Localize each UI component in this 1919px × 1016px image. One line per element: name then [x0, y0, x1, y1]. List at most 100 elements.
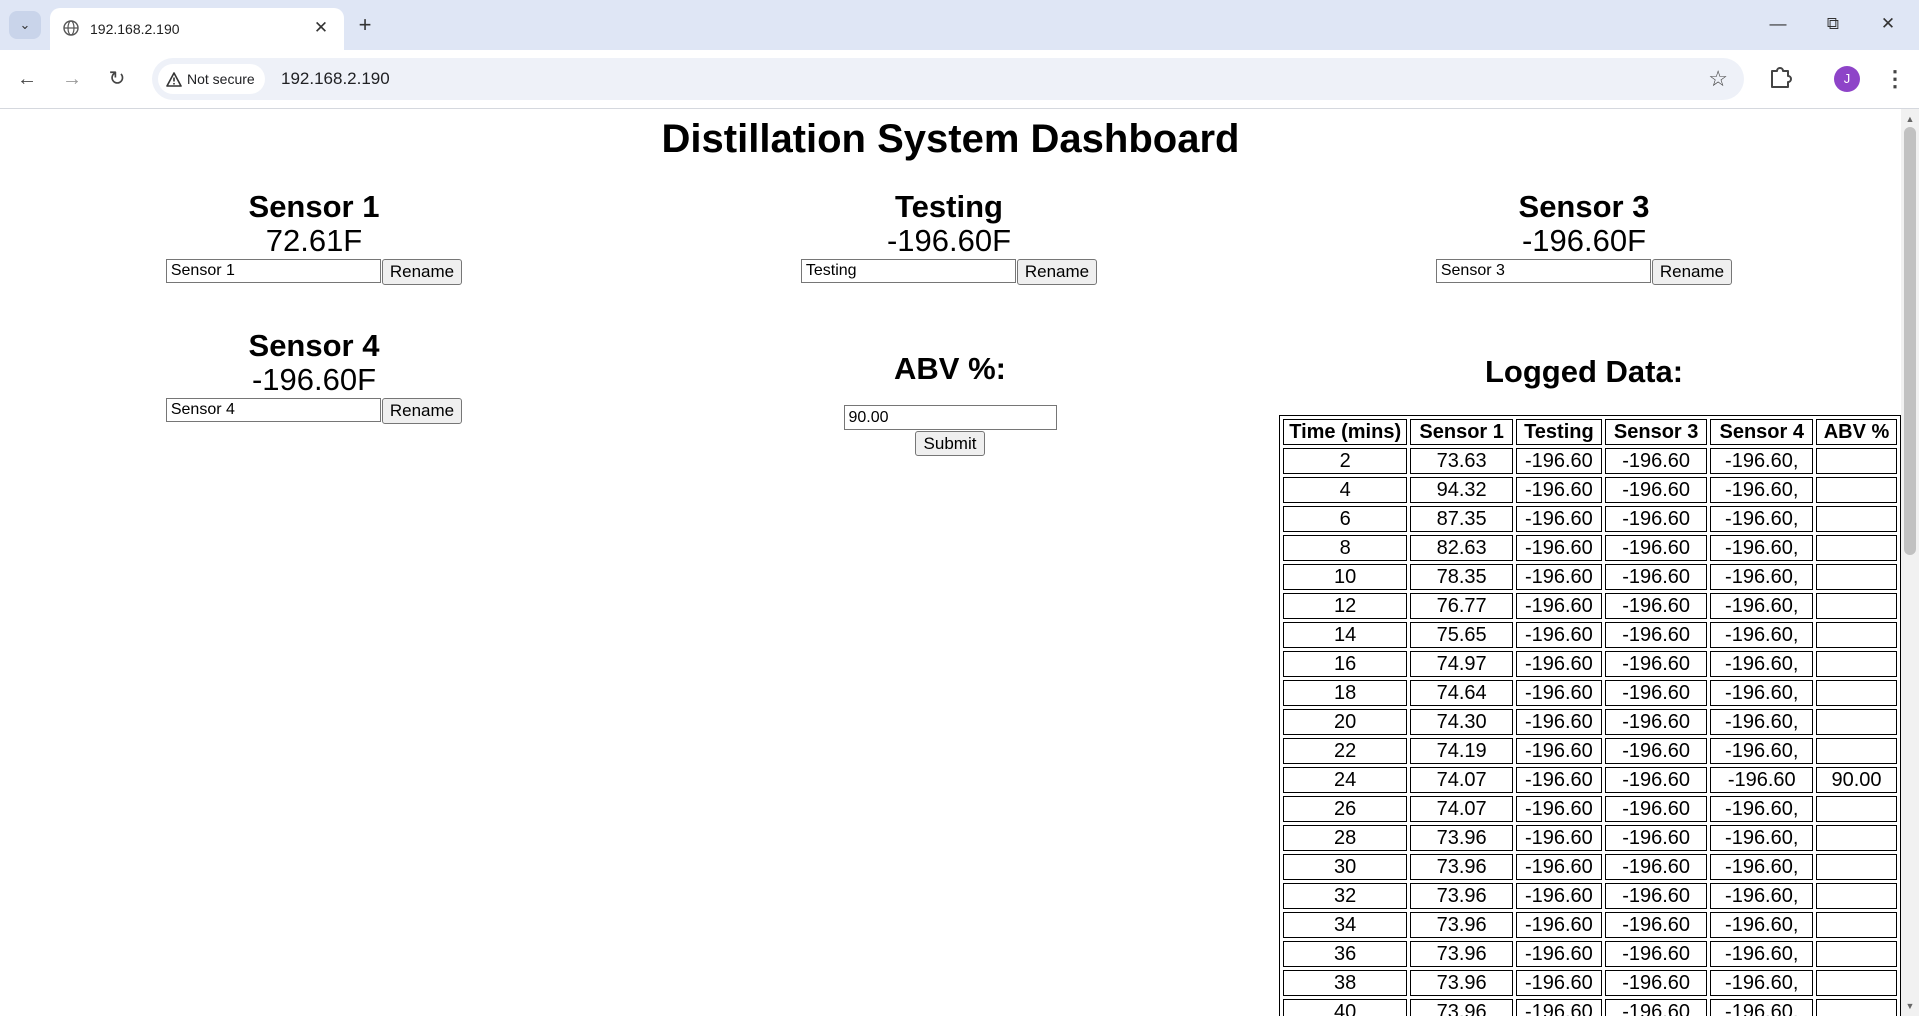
- rename-button[interactable]: Rename: [381, 259, 463, 285]
- table-cell: 14: [1283, 622, 1408, 648]
- sensor-card-2: Testing -196.60F Rename: [729, 190, 1169, 285]
- rename-button[interactable]: Rename: [1651, 259, 1733, 285]
- table-cell: 75.65: [1410, 622, 1513, 648]
- table-row: 6 87.35 -196.60 -196.60 -196.60,: [1283, 506, 1897, 532]
- address-bar[interactable]: Not secure 192.168.2.190 ☆: [152, 58, 1744, 100]
- table-cell: [1816, 593, 1897, 619]
- table-cell: 78.35: [1410, 564, 1513, 590]
- table-cell: -196.60: [1604, 825, 1708, 851]
- submit-button[interactable]: Submit: [914, 431, 986, 456]
- close-window-icon[interactable]: ✕: [1868, 10, 1908, 38]
- table-cell: -196.60: [1604, 912, 1708, 938]
- table-cell: -196.60: [1604, 883, 1708, 909]
- table-cell: [1816, 738, 1897, 764]
- table-cell: 74.19: [1410, 738, 1513, 764]
- table-cell: -196.60: [1515, 796, 1602, 822]
- table-row: 34 73.96 -196.60 -196.60 -196.60,: [1283, 912, 1897, 938]
- table-cell: 74.64: [1410, 680, 1513, 706]
- table-cell: 12: [1283, 593, 1408, 619]
- sensor-name-input[interactable]: [800, 259, 1016, 283]
- table-cell: 36: [1283, 941, 1408, 967]
- sensor-reading: -196.60F: [251, 362, 377, 397]
- table-cell: -196.60: [1604, 680, 1708, 706]
- table-cell: -196.60: [1515, 825, 1602, 851]
- table-cell: -196.60: [1604, 622, 1708, 648]
- more-menu-icon[interactable]: ⋮: [1880, 64, 1910, 94]
- restore-icon[interactable]: ⧉: [1813, 10, 1853, 38]
- table-cell: 30: [1283, 854, 1408, 880]
- abv-input[interactable]: [843, 405, 1057, 430]
- table-cell: 6: [1283, 506, 1408, 532]
- table-cell: [1816, 883, 1897, 909]
- table-row: 40 73.96 -196.60 -196.60 -196.60,: [1283, 999, 1897, 1016]
- security-chip[interactable]: Not secure: [158, 64, 265, 94]
- table-cell: 8: [1283, 535, 1408, 561]
- warning-triangle-icon: [166, 71, 182, 87]
- table-cell: -196.60: [1515, 448, 1602, 474]
- rename-button[interactable]: Rename: [1016, 259, 1098, 285]
- table-cell: [1816, 680, 1897, 706]
- page-scrollbar[interactable]: ▲ ▼: [1901, 109, 1919, 1016]
- table-row: 22 74.19 -196.60 -196.60 -196.60,: [1283, 738, 1897, 764]
- table-cell: 32: [1283, 883, 1408, 909]
- table-cell: -196.60: [1515, 767, 1602, 793]
- table-cell: -196.60: [1604, 999, 1708, 1016]
- bookmark-star-icon[interactable]: ☆: [1708, 66, 1728, 92]
- forward-arrow-icon[interactable]: →: [57, 64, 87, 94]
- tab-search-chevron-icon[interactable]: ⌄: [9, 11, 41, 39]
- minimize-icon[interactable]: —: [1758, 10, 1798, 38]
- table-cell: [1816, 564, 1897, 590]
- sensor-name-input[interactable]: [165, 398, 381, 422]
- scroll-up-arrow-icon[interactable]: ▲: [1901, 111, 1919, 127]
- table-cell: -196.60: [1604, 651, 1708, 677]
- table-row: 30 73.96 -196.60 -196.60 -196.60,: [1283, 854, 1897, 880]
- table-cell: -196.60,: [1710, 593, 1814, 619]
- page-viewport: Distillation System Dashboard Sensor 1 7…: [0, 109, 1901, 1016]
- table-cell: 24: [1283, 767, 1408, 793]
- sensor-name-input[interactable]: [1435, 259, 1651, 283]
- table-cell: -196.60: [1515, 651, 1602, 677]
- table-cell: -196.60: [1604, 796, 1708, 822]
- scrollbar-thumb[interactable]: [1904, 127, 1916, 555]
- close-tab-icon[interactable]: ✕: [310, 17, 332, 39]
- table-row: 4 94.32 -196.60 -196.60 -196.60,: [1283, 477, 1897, 503]
- table-cell: 73.63: [1410, 448, 1513, 474]
- table-cell: 74.07: [1410, 796, 1513, 822]
- table-cell: 38: [1283, 970, 1408, 996]
- table-cell: -196.60: [1604, 506, 1708, 532]
- table-cell: -196.60: [1604, 941, 1708, 967]
- profile-avatar[interactable]: J: [1834, 66, 1860, 92]
- abv-title: ABV %:: [894, 351, 1006, 386]
- table-cell: [1816, 854, 1897, 880]
- table-cell: -196.60,: [1710, 941, 1814, 967]
- sensor-name: Sensor 1: [248, 189, 380, 224]
- column-header: Sensor 3: [1604, 419, 1708, 445]
- back-arrow-icon[interactable]: ←: [12, 64, 42, 94]
- table-cell: -196.60: [1604, 448, 1708, 474]
- table-cell: [1816, 622, 1897, 648]
- rename-button[interactable]: Rename: [381, 398, 463, 424]
- table-cell: -196.60: [1604, 535, 1708, 561]
- sensor-name: Testing: [895, 189, 1003, 224]
- reload-icon[interactable]: ↻: [102, 64, 132, 94]
- table-row: 12 76.77 -196.60 -196.60 -196.60,: [1283, 593, 1897, 619]
- table-cell: -196.60: [1604, 767, 1708, 793]
- table-cell: [1816, 477, 1897, 503]
- new-tab-plus-icon[interactable]: +: [352, 12, 378, 38]
- browser-toolbar: ← → ↻ Not secure 192.168.2.190 ☆ J ⋮: [0, 50, 1919, 109]
- table-cell: [1816, 448, 1897, 474]
- url-text[interactable]: 192.168.2.190: [281, 69, 390, 89]
- table-cell: -196.60: [1515, 506, 1602, 532]
- browser-tab[interactable]: 192.168.2.190 ✕: [50, 8, 344, 50]
- scroll-down-arrow-icon[interactable]: ▼: [1901, 998, 1919, 1014]
- sensor-name-input[interactable]: [165, 259, 381, 283]
- sensor-reading: 72.61F: [265, 223, 363, 258]
- table-cell: -196.60: [1515, 680, 1602, 706]
- sensor-card-1: Sensor 1 72.61F Rename: [94, 190, 534, 285]
- table-cell: -196.60: [1515, 941, 1602, 967]
- extensions-puzzle-icon[interactable]: [1765, 62, 1795, 92]
- table-cell: -196.60: [1515, 622, 1602, 648]
- table-cell: 34: [1283, 912, 1408, 938]
- table-cell: -196.60: [1604, 709, 1708, 735]
- table-row: 24 74.07 -196.60 -196.60 -196.60 90.00: [1283, 767, 1897, 793]
